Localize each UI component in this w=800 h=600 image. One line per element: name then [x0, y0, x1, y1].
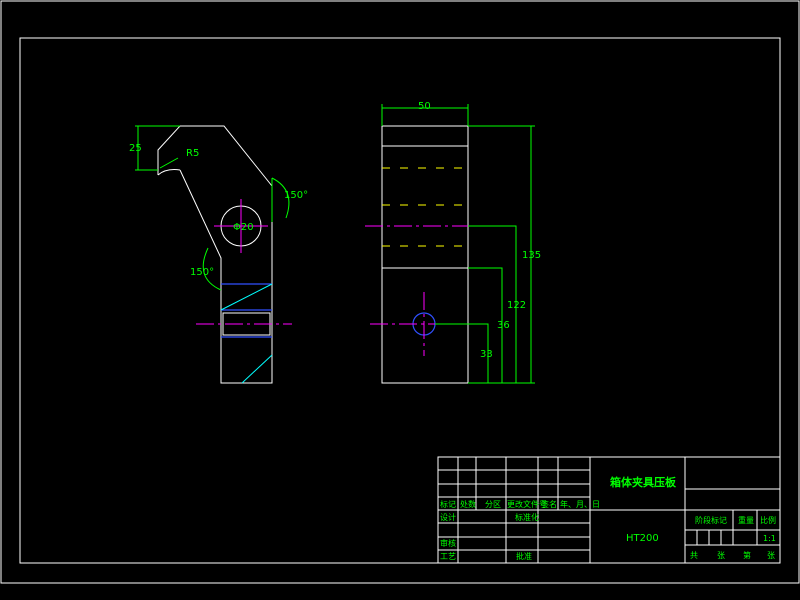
- tb-scale-value: 1:1: [763, 534, 776, 543]
- front-outline-right: [179, 125, 273, 384]
- side-view: 50 135 122 36 33: [365, 101, 541, 384]
- dim-150-label-2: 150°: [190, 267, 214, 278]
- tb-weight: 重量: [738, 515, 754, 525]
- tb-date: 年、月、日: [560, 499, 600, 509]
- dim-25-label: 25: [129, 143, 142, 154]
- dim-135-label: 135: [522, 250, 541, 261]
- front-view: 25 R5 Φ20 150° 150°: [129, 125, 308, 384]
- title-block: 标记 处数 分区 更改文件号 签名 年、月、日 设计 标准化 审核 工艺 批准 …: [437, 456, 781, 564]
- part-name: 箱体夹具压板: [610, 475, 677, 489]
- tb-total: 共: [690, 551, 698, 560]
- slot-diag-1: [220, 283, 273, 311]
- outer-border: [0, 0, 800, 584]
- tb-scale-label: 比例: [760, 515, 776, 525]
- dim-122-label: 122: [507, 300, 526, 311]
- dim-150-label-1: 150°: [284, 190, 308, 201]
- dim-phi20-label: Φ20: [233, 222, 254, 233]
- front-notch-arc: [157, 169, 181, 176]
- dim-r5-leader: [159, 157, 179, 169]
- drawing-sheet: 25 R5 Φ20 150° 150° 50 135 122 36 33 标记 …: [0, 0, 800, 584]
- material-label: HT200: [626, 533, 659, 544]
- tb-count: 处数: [460, 499, 476, 509]
- dim-33-label: 33: [480, 349, 493, 360]
- tb-sheet-no: 第: [743, 550, 751, 560]
- slot-diag-2: [241, 354, 273, 384]
- tb-design: 设计: [440, 512, 456, 522]
- dim-50-label: 50: [418, 101, 431, 112]
- tb-standardization: 标准化: [515, 512, 539, 522]
- tb-review: 审核: [440, 538, 456, 548]
- side-outline: [381, 125, 469, 384]
- tb-approve: 批准: [516, 551, 532, 561]
- tb-stage-mark: 阶段标记: [695, 515, 727, 525]
- tb-sheets: 张: [717, 551, 725, 560]
- tb-signature: 签名: [541, 499, 557, 509]
- tb-mark: 标记: [440, 499, 456, 509]
- tb-sheet: 张: [767, 551, 775, 560]
- tb-zone: 分区: [485, 500, 501, 509]
- dim-r5-label: R5: [186, 148, 199, 159]
- tb-process: 工艺: [440, 552, 456, 561]
- dim-36-label: 36: [497, 320, 510, 331]
